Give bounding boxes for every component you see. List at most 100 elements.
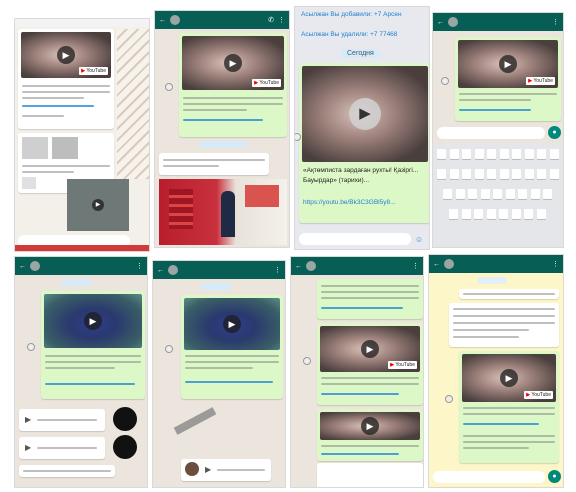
menu-dots-icon[interactable]: ⋮ [278, 17, 285, 24]
play-icon[interactable]: ▶ [499, 55, 517, 73]
keyboard-key[interactable] [455, 189, 465, 199]
voice-message[interactable]: ▶ [19, 409, 105, 431]
play-icon[interactable]: ▶ [25, 443, 31, 452]
forward-icon[interactable] [165, 83, 173, 91]
voice-message[interactable]: ▶ [181, 459, 271, 481]
back-arrow-icon[interactable]: ← [433, 261, 440, 268]
message-bubble[interactable] [449, 303, 559, 347]
emoji-icon[interactable]: ☺ [415, 235, 423, 244]
avatar[interactable] [448, 17, 458, 27]
message-bubble-video[interactable]: ▶ [317, 409, 423, 461]
keyboard-key[interactable] [449, 149, 459, 159]
keyboard-key[interactable] [474, 169, 484, 179]
avatar[interactable] [444, 259, 454, 269]
phone-icon[interactable]: ✆ [268, 17, 274, 24]
video-frame-image[interactable] [159, 179, 287, 245]
message-bubble-video[interactable]: ▶ ▶ YouTube [18, 29, 114, 129]
message-bubble-video[interactable]: ▶ [41, 291, 145, 399]
keyboard-key[interactable] [549, 149, 559, 159]
back-arrow-icon[interactable]: ← [159, 17, 166, 24]
keyboard-key[interactable] [536, 209, 546, 219]
video-thumbnail[interactable]: ▶ ▶ YouTube [458, 40, 558, 88]
keyboard-key[interactable] [487, 149, 496, 159]
keyboard-key[interactable] [474, 149, 484, 159]
keyboard-key[interactable] [449, 169, 459, 179]
keyboard-key[interactable] [505, 189, 515, 199]
keyboard-key[interactable] [437, 169, 446, 179]
keyboard-key[interactable] [524, 149, 534, 159]
keyboard-key[interactable] [474, 209, 483, 219]
forward-icon[interactable] [27, 343, 35, 351]
video-thumbnail[interactable]: ▶ [44, 294, 142, 348]
keyboard-key[interactable] [524, 169, 534, 179]
message-bubble-video[interactable]: ▶ [181, 295, 283, 399]
keyboard-key[interactable] [449, 209, 458, 219]
video-link[interactable]: https://youtu.be/Bk3C3GBl5y8... [303, 199, 429, 206]
message-bubble[interactable] [19, 465, 115, 477]
video-thumbnail[interactable]: ▶ ▶ YouTube [320, 326, 420, 372]
keyboard-key[interactable] [537, 169, 546, 179]
video-thumbnail[interactable]: ▶ ▶ YouTube [182, 36, 284, 90]
keyboard-key[interactable] [462, 169, 471, 179]
message-bubble-caption[interactable] [317, 463, 423, 487]
message-bubble[interactable] [317, 279, 423, 319]
keyboard[interactable] [433, 143, 563, 247]
forward-icon[interactable] [165, 345, 173, 353]
message-bubble-video[interactable]: ▶ ▶ YouTube [455, 37, 561, 121]
keyboard-key[interactable] [437, 149, 446, 159]
message-input[interactable] [299, 233, 411, 245]
avatar[interactable] [170, 15, 180, 25]
avatar[interactable] [168, 265, 178, 275]
back-arrow-icon[interactable]: ← [295, 263, 302, 270]
forward-icon[interactable] [445, 395, 453, 403]
keyboard-key[interactable] [549, 169, 559, 179]
keyboard-key[interactable] [530, 189, 540, 199]
menu-dots-icon[interactable]: ⋮ [136, 263, 143, 270]
forward-icon[interactable] [303, 357, 311, 365]
image-attachment[interactable] [52, 137, 78, 159]
message-bubble-video[interactable]: ▶ ▶ YouTube [179, 33, 287, 137]
play-icon[interactable]: ▶ [25, 415, 31, 424]
play-icon[interactable]: ▶ [361, 417, 379, 435]
play-icon[interactable]: ▶ [57, 46, 75, 64]
play-icon[interactable]: ▶ [92, 199, 104, 211]
voice-message[interactable]: ▶ [19, 437, 105, 459]
keyboard-key[interactable] [480, 189, 490, 199]
forwarded-image[interactable]: ▶ [67, 179, 129, 231]
keyboard-key[interactable] [499, 169, 509, 179]
keyboard-key[interactable] [537, 149, 546, 159]
play-icon[interactable]: ▶ [205, 465, 211, 474]
keyboard-key[interactable] [499, 149, 509, 159]
keyboard-key[interactable] [468, 189, 477, 199]
message-input[interactable] [437, 127, 545, 139]
menu-dots-icon[interactable]: ⋮ [412, 263, 419, 270]
keyboard-key[interactable] [461, 209, 471, 219]
keyboard-key[interactable] [487, 169, 496, 179]
microphone-icon[interactable]: ● [548, 470, 561, 483]
play-icon[interactable]: ▶ [349, 98, 381, 130]
keyboard-key[interactable] [493, 189, 502, 199]
image-attachment[interactable] [22, 137, 48, 159]
video-thumbnail[interactable]: ▶ [184, 298, 280, 350]
keyboard-key[interactable] [524, 209, 533, 219]
video-thumbnail[interactable]: ▶ ▶ YouTube [21, 32, 111, 78]
message-bubble[interactable] [459, 289, 559, 299]
avatar[interactable] [306, 261, 316, 271]
microphone-icon[interactable]: ● [548, 126, 561, 139]
keyboard-key[interactable] [512, 169, 521, 179]
video-thumbnail[interactable]: ▶ [320, 412, 420, 440]
keyboard-key[interactable] [499, 209, 508, 219]
message-bubble-video[interactable]: ▶ «Ақтөмписта зардаған рухты! Қазіргі...… [299, 63, 429, 223]
forward-icon[interactable] [441, 77, 449, 85]
play-icon[interactable]: ▶ [361, 340, 379, 358]
menu-dots-icon[interactable]: ⋮ [274, 267, 281, 274]
back-arrow-icon[interactable]: ← [437, 19, 444, 26]
menu-dots-icon[interactable]: ⋮ [552, 261, 559, 268]
message-input[interactable] [433, 471, 545, 483]
message-bubble-video[interactable]: ▶ ▶ YouTube [317, 323, 423, 405]
play-icon[interactable]: ▶ [84, 312, 102, 330]
play-icon[interactable]: ▶ [500, 369, 518, 387]
play-icon[interactable]: ▶ [223, 315, 241, 333]
back-arrow-icon[interactable]: ← [157, 267, 164, 274]
keyboard-key[interactable] [443, 189, 452, 199]
